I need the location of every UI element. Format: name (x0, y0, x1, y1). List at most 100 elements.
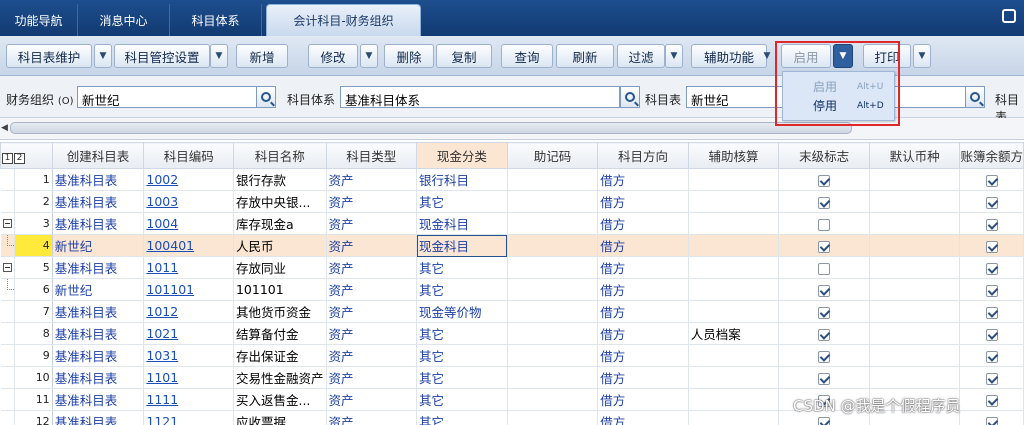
last-flag-checkbox[interactable] (818, 262, 831, 275)
cell-create-table[interactable]: 基准科目表 (51, 168, 145, 191)
cell-direction[interactable]: 借方 (597, 366, 689, 389)
cell-currency[interactable] (868, 344, 961, 367)
copy-button[interactable]: 复制 (436, 44, 492, 68)
cell-mnemonic[interactable] (506, 322, 599, 345)
subject-code-link[interactable]: 1031 (146, 348, 178, 363)
edit-button[interactable]: 修改 (308, 44, 358, 68)
table-row[interactable]: 1 基准科目表 1002 银行存款 资产 银行科目 借方 (0, 168, 1024, 191)
cell-subject-type[interactable]: 资产 (325, 234, 418, 257)
cell-subject-code[interactable]: 1021 (143, 322, 234, 345)
balance-checkbox[interactable] (985, 240, 998, 253)
subject-code-link[interactable]: 1002 (146, 172, 178, 187)
table-row[interactable]: 9 基准科目表 1031 存出保证金 资产 其它 借方 (0, 344, 1024, 367)
col-mnemonic[interactable]: 助记码 (506, 142, 599, 169)
org-input[interactable]: 新世纪 (77, 86, 257, 108)
col-last-flag[interactable]: 末级标志 (778, 142, 870, 169)
cell-cash-class[interactable]: 其它 (416, 322, 508, 345)
subject-code-link[interactable]: 1011 (146, 260, 178, 275)
cell-assist[interactable] (687, 366, 780, 389)
cell-direction[interactable]: 借方 (597, 300, 689, 323)
cell-balance-direction[interactable] (959, 168, 1024, 191)
cell-balance-direction[interactable] (959, 410, 1024, 425)
cell-subject-type[interactable]: 资产 (325, 256, 418, 279)
cell-subject-name[interactable]: 101101 (232, 278, 327, 301)
cell-create-table[interactable]: 新世纪 (51, 234, 145, 257)
tab-function-nav[interactable]: 功能导航 (0, 4, 78, 36)
cell-currency[interactable] (868, 300, 961, 323)
cell-direction[interactable]: 借方 (597, 344, 689, 367)
balance-checkbox[interactable] (985, 350, 998, 363)
cell-direction[interactable]: 借方 (597, 410, 689, 425)
last-flag-checkbox[interactable] (818, 416, 831, 425)
cell-last-flag[interactable] (778, 366, 870, 389)
cell-direction[interactable]: 借方 (597, 322, 689, 345)
col-subject-name[interactable]: 科目名称 (232, 142, 327, 169)
cell-subject-type[interactable]: 资产 (325, 388, 418, 411)
col-direction[interactable]: 科目方向 (597, 142, 689, 169)
cell-subject-name[interactable]: 人民币 (232, 234, 327, 257)
cell-cash-class[interactable]: 现金科目 (416, 212, 508, 235)
cell-direction[interactable]: 借方 (597, 190, 689, 213)
cell-assist[interactable] (687, 410, 780, 425)
tab-accounting-subject[interactable]: 会计科目-财务组织 (266, 4, 421, 36)
cell-create-table[interactable]: 基准科目表 (51, 388, 145, 411)
balance-checkbox[interactable] (985, 284, 998, 297)
cell-subject-type[interactable]: 资产 (325, 212, 418, 235)
subject-code-link[interactable]: 1121 (146, 414, 178, 425)
cell-subject-name[interactable]: 买入返售金... (232, 388, 327, 411)
cell-create-table[interactable]: 基准科目表 (51, 212, 145, 235)
cell-subject-code[interactable]: 1012 (143, 300, 234, 323)
cell-balance-direction[interactable] (959, 278, 1024, 301)
query-button[interactable]: 查询 (501, 44, 553, 68)
table-row[interactable]: 2 基准科目表 1003 存放中央银... 资产 其它 借方 (0, 190, 1024, 213)
last-flag-checkbox[interactable] (818, 284, 831, 297)
add-button[interactable]: 新增 (236, 44, 288, 68)
cell-subject-name[interactable]: 银行存款 (232, 168, 327, 191)
cell-cash-class[interactable]: 其它 (416, 344, 508, 367)
last-flag-checkbox[interactable] (818, 218, 831, 231)
table-row[interactable]: 8 基准科目表 1021 结算备付金 资产 其它 借方 人员档案 (0, 322, 1024, 345)
col-cash-class[interactable]: 现金分类 (416, 142, 508, 169)
subject-code-link[interactable]: 1101 (146, 370, 178, 385)
col-currency[interactable]: 默认币种 (868, 142, 961, 169)
assist-function-button[interactable]: 辅助功能 (691, 44, 767, 68)
last-flag-checkbox[interactable] (818, 372, 831, 385)
balance-checkbox[interactable] (985, 416, 998, 425)
balance-checkbox[interactable] (985, 174, 998, 187)
subject-code-link[interactable]: 1012 (146, 304, 178, 319)
subject-code-link[interactable]: 1004 (146, 216, 178, 231)
cell-mnemonic[interactable] (506, 410, 599, 425)
level-1-button[interactable]: 1 (2, 152, 13, 164)
cell-currency[interactable] (868, 234, 961, 257)
cell-subject-type[interactable]: 资产 (325, 344, 418, 367)
last-flag-checkbox[interactable] (818, 240, 831, 253)
cell-create-table[interactable]: 基准科目表 (51, 344, 145, 367)
cell-cash-class[interactable]: 其它 (416, 190, 508, 213)
cell-last-flag[interactable] (778, 322, 870, 345)
balance-checkbox[interactable] (985, 262, 998, 275)
cell-subject-type[interactable]: 资产 (325, 300, 418, 323)
org-search-icon[interactable] (256, 86, 276, 108)
cell-mnemonic[interactable] (506, 278, 599, 301)
print-dropdown-icon[interactable]: ▼ (913, 44, 931, 68)
cell-last-flag[interactable] (778, 234, 870, 257)
cell-subject-type[interactable]: 资产 (325, 168, 418, 191)
cell-balance-direction[interactable] (959, 388, 1024, 411)
cell-assist[interactable] (687, 300, 780, 323)
cell-create-table[interactable]: 基准科目表 (51, 190, 145, 213)
cell-subject-name[interactable]: 交易性金融资产 (232, 366, 327, 389)
system-input[interactable]: 基准科目体系 (340, 86, 620, 108)
cell-currency[interactable] (868, 168, 961, 191)
control-settings-button[interactable]: 科目管控设置 (114, 44, 210, 68)
cell-subject-code[interactable]: 101101 (143, 278, 234, 301)
cell-last-flag[interactable] (778, 344, 870, 367)
cell-subject-name[interactable]: 其他货币资金 (232, 300, 327, 323)
cell-assist[interactable] (687, 212, 780, 235)
cell-last-flag[interactable] (778, 300, 870, 323)
table-row[interactable]: 5 基准科目表 1011 存放同业 资产 其它 借方 (0, 256, 1024, 279)
cell-cash-class[interactable]: 其它 (416, 366, 508, 389)
cell-balance-direction[interactable] (959, 212, 1024, 235)
subject-code-link[interactable]: 1003 (146, 194, 178, 209)
cell-mnemonic[interactable] (506, 168, 599, 191)
cell-subject-code[interactable]: 1101 (143, 366, 234, 389)
